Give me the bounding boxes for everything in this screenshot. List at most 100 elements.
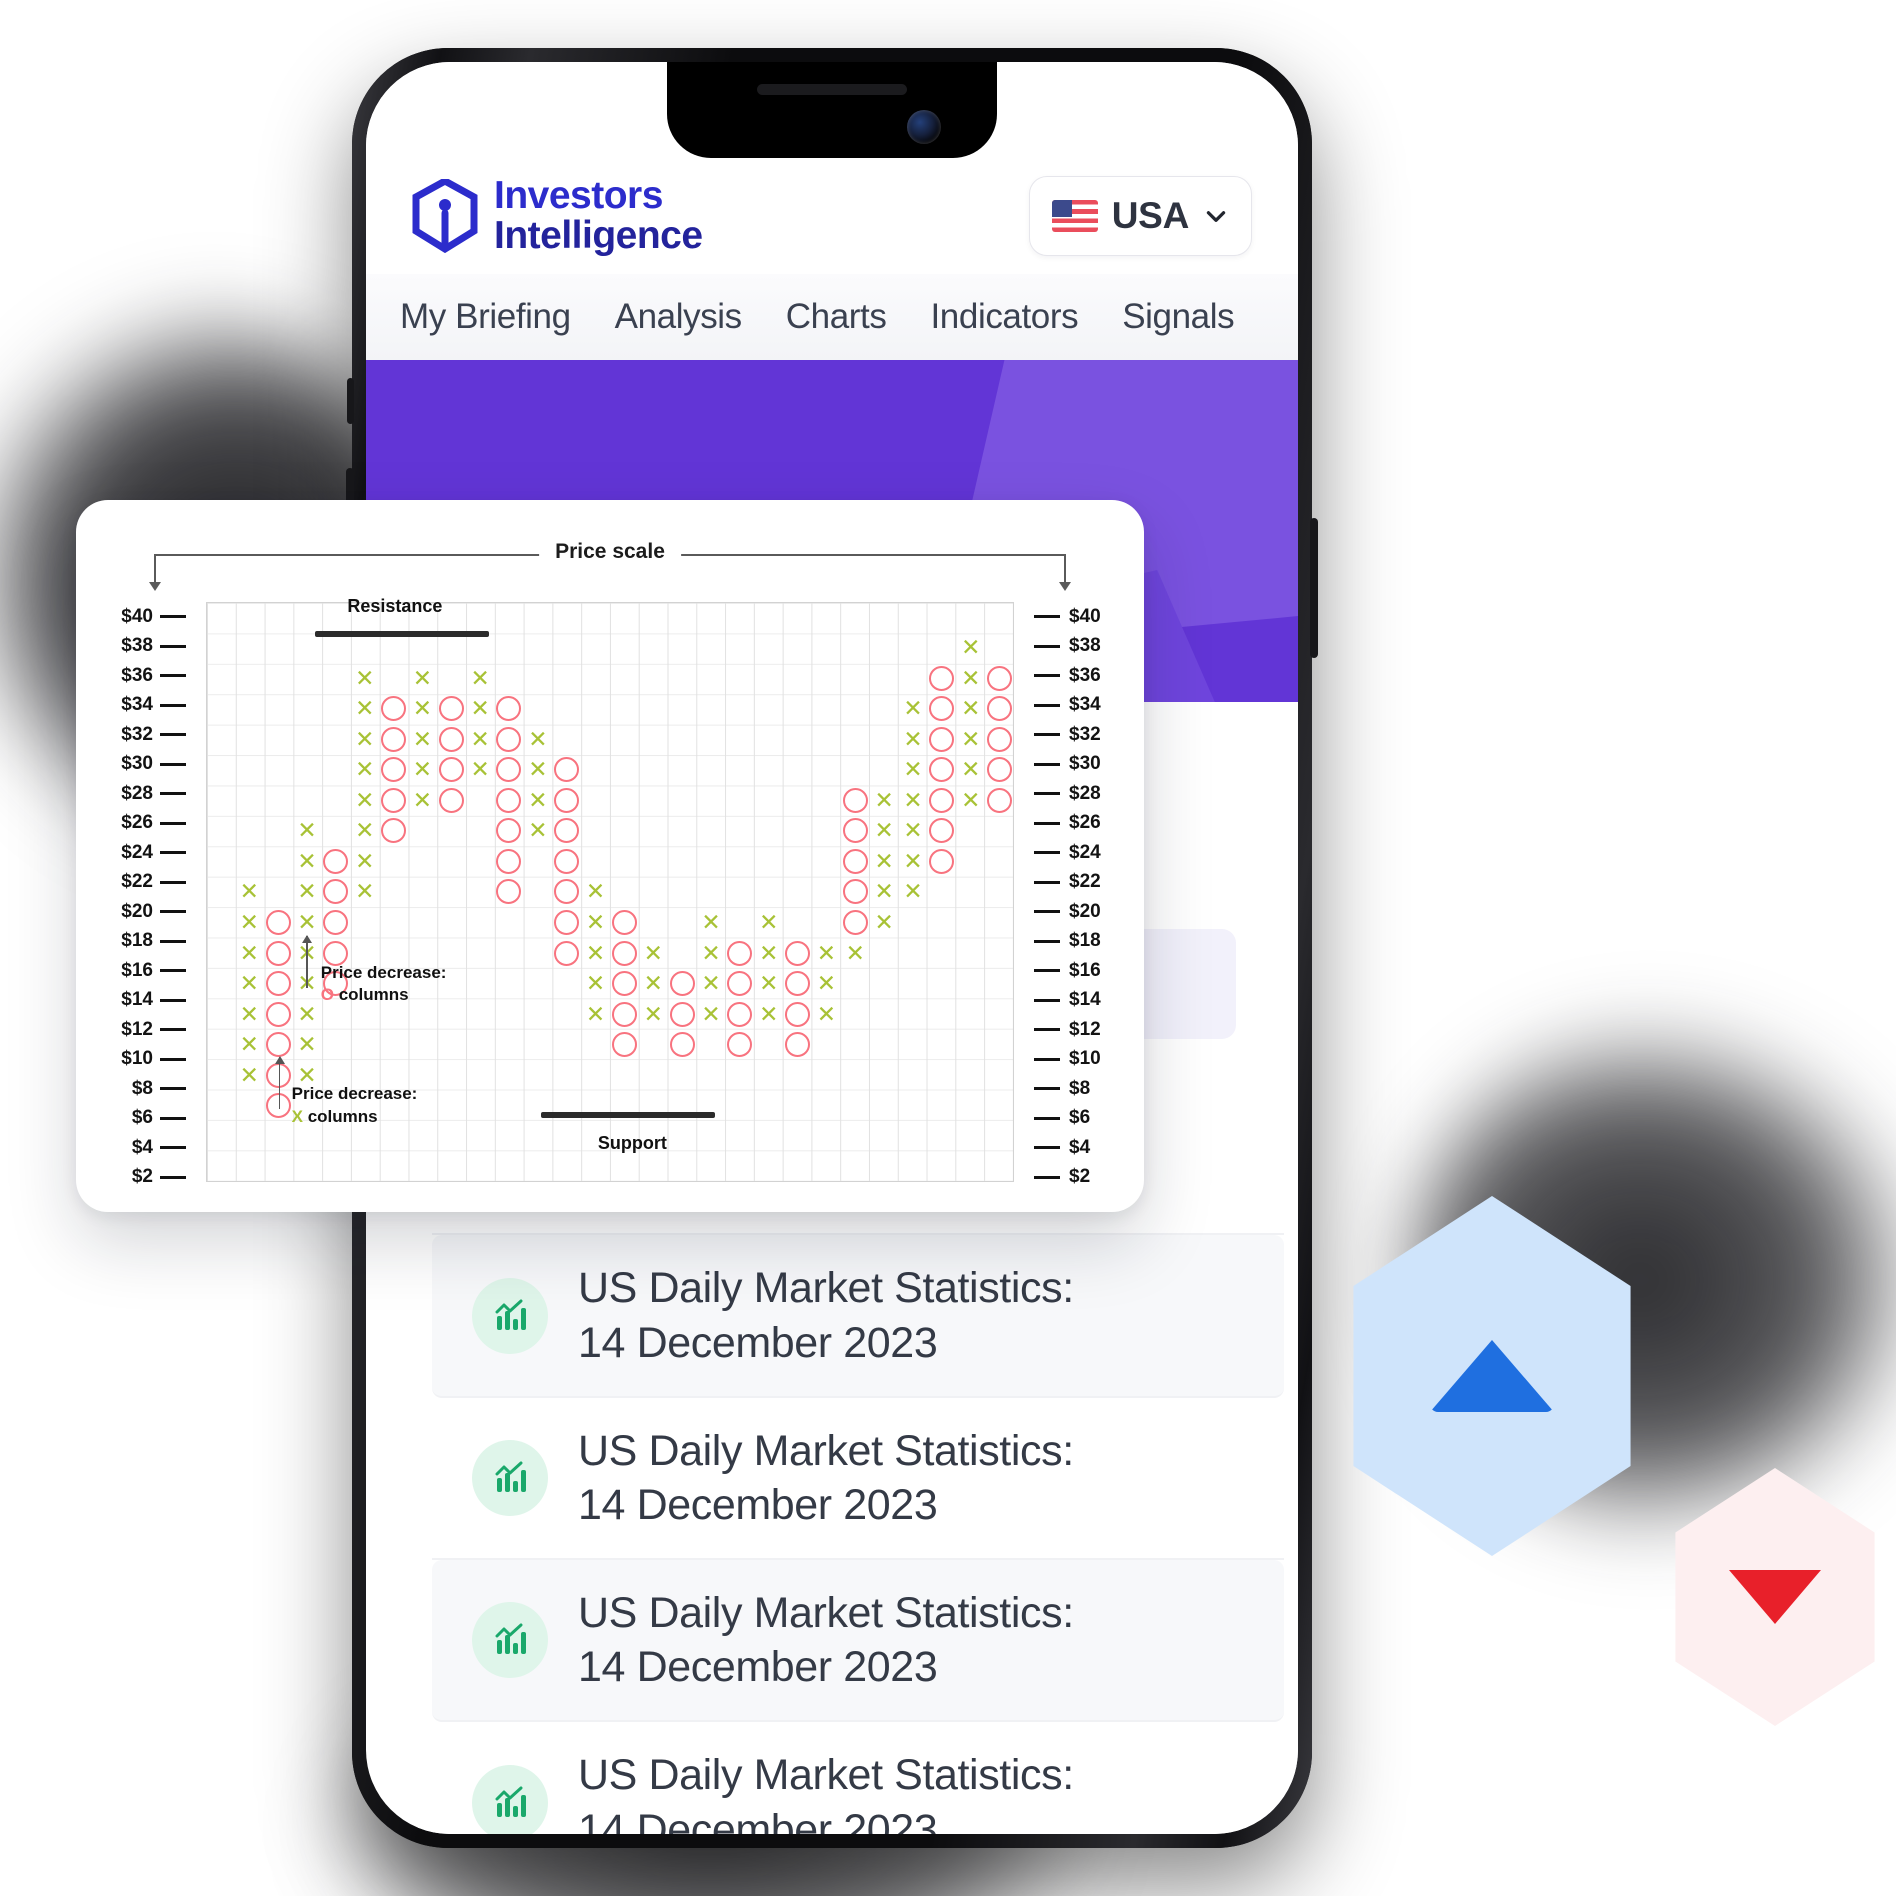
y-axis-tick-label: $20 xyxy=(1069,900,1101,922)
y-axis-tick-label: $38 xyxy=(121,635,153,657)
chart-mark-o xyxy=(379,755,408,786)
chart-mark-x: ✕ xyxy=(297,817,317,844)
chart-mark-x: ✕ xyxy=(355,847,375,874)
y-axis-tick-mark xyxy=(1034,821,1060,825)
chart-mark-x: ✕ xyxy=(239,939,259,966)
y-axis-tick-mark xyxy=(1034,851,1060,855)
chart-mark-o xyxy=(379,724,408,755)
nav-item-indicators[interactable]: Indicators xyxy=(930,297,1078,337)
y-axis-tick-right: $40 xyxy=(1034,602,1110,632)
chart-mark-x: ✕ xyxy=(528,756,548,783)
chart-mark-x: ✕ xyxy=(816,970,837,997)
y-axis-tick-mark xyxy=(160,880,186,884)
country-selector[interactable]: USA xyxy=(1028,176,1252,256)
chart-mark-o xyxy=(552,877,581,908)
chart-mark-x: ✕ xyxy=(585,939,606,966)
y-axis-tick-mark xyxy=(160,792,186,796)
nav-item-analysis[interactable]: Analysis xyxy=(615,297,743,337)
y-axis-tick-label: $16 xyxy=(1069,959,1101,981)
y-axis-tick-mark xyxy=(160,733,186,737)
y-axis-tick-label: $4 xyxy=(131,1136,153,1158)
chart-mark-x: ✕ xyxy=(903,786,923,813)
y-axis-tick-right: $16 xyxy=(1034,956,1110,986)
chart-mark-x: ✕ xyxy=(759,939,779,966)
y-axis-tick-mark xyxy=(160,644,186,648)
list-item[interactable]: US Daily Market Statistics: 14 December 2… xyxy=(432,1235,1284,1398)
y-axis-tick-mark xyxy=(160,1057,186,1061)
annotation-arrow-x xyxy=(275,1056,284,1110)
list-item[interactable]: US Daily Market Statistics: 14 December 2… xyxy=(432,1560,1284,1723)
chart-mark-x: ✕ xyxy=(845,939,865,966)
phone-silent-switch[interactable] xyxy=(347,378,354,424)
annotation-x-symbol: X xyxy=(291,1106,303,1126)
y-axis-tick-label: $4 xyxy=(1069,1136,1091,1158)
y-axis-tick-left: $18 xyxy=(110,927,186,957)
nav-item-signals[interactable]: Signals xyxy=(1122,297,1234,337)
chart-mark-x: ✕ xyxy=(297,847,317,874)
y-axis-tick-left: $24 xyxy=(110,838,186,868)
y-axis-tick-mark xyxy=(1034,615,1060,619)
y-axis-tick-label: $10 xyxy=(1069,1048,1101,1070)
y-axis-tick-left: $2 xyxy=(110,1163,186,1193)
nav-item-my-briefing[interactable]: My Briefing xyxy=(400,297,571,337)
brand-line-2: Intelligence xyxy=(494,214,703,258)
chart-mark-x: ✕ xyxy=(297,1000,317,1027)
chart-mark-x: ✕ xyxy=(903,756,923,783)
y-axis-tick-right: $2 xyxy=(1034,1163,1110,1193)
annotation-arrow-o xyxy=(303,934,311,988)
chart-mark-x: ✕ xyxy=(961,664,981,691)
list-item-date: 14 December 2023 xyxy=(578,1480,938,1529)
chart-mark-x: ✕ xyxy=(759,909,779,935)
y-axis-tick-mark xyxy=(160,851,186,855)
chart-mark-o xyxy=(264,968,293,999)
y-axis-tick-label: $34 xyxy=(121,694,153,716)
y-axis-tick-mark xyxy=(1034,1146,1060,1150)
chart-mark-x: ✕ xyxy=(585,970,606,997)
y-axis-tick-mark xyxy=(1034,969,1060,973)
chart-mark-o xyxy=(927,694,956,725)
y-axis-tick-label: $30 xyxy=(121,753,153,775)
brand-logo[interactable]: Investors Intelligence xyxy=(412,176,703,256)
support-bar xyxy=(541,1112,716,1119)
chart-mark-x: ✕ xyxy=(528,725,548,752)
y-axis-tick-label: $14 xyxy=(121,989,153,1011)
resistance-label: Resistance xyxy=(347,596,443,617)
chart-mark-x: ✕ xyxy=(585,1000,606,1027)
chart-mark-o xyxy=(495,846,524,877)
chart-mark-x: ✕ xyxy=(412,725,433,752)
phone-power-button[interactable] xyxy=(1310,518,1318,658)
y-axis-tick-mark xyxy=(160,1028,186,1032)
list-item-text: US Daily Market Statistics: 14 December 2… xyxy=(578,1748,1074,1834)
chart-mark-x: ✕ xyxy=(239,878,259,905)
chart-mark-o xyxy=(495,785,524,816)
chart-mark-x: ✕ xyxy=(759,970,779,997)
triangle-up-icon xyxy=(1430,1340,1554,1412)
chart-mark-o xyxy=(495,877,524,908)
list-item-title: US Daily Market Statistics: xyxy=(578,1264,1074,1313)
y-axis-tick-mark xyxy=(160,1087,186,1091)
y-axis-tick-left: $4 xyxy=(110,1133,186,1163)
list-item-title: US Daily Market Statistics: xyxy=(578,1426,1074,1475)
chart-statistics-icon xyxy=(472,1277,548,1354)
nav-item-charts[interactable]: Charts xyxy=(786,297,887,337)
y-axis-tick-label: $2 xyxy=(1069,1166,1091,1188)
chart-mark-o xyxy=(264,938,293,969)
y-axis-tick-left: $8 xyxy=(110,1074,186,1104)
chart-mark-o xyxy=(610,999,639,1030)
investors-intelligence-hexagon-logo-icon xyxy=(412,179,478,254)
usa-flag-icon xyxy=(1051,200,1098,232)
y-axis-tick-mark xyxy=(1034,644,1060,648)
chart-mark-x: ✕ xyxy=(239,1061,259,1088)
chart-mark-x: ✕ xyxy=(355,756,375,783)
chart-mark-o xyxy=(264,1029,293,1060)
list-item[interactable]: US Daily Market Statistics: 14 December 2… xyxy=(432,1722,1284,1834)
y-axis-tick-label: $28 xyxy=(1069,782,1101,804)
chart-mark-x: ✕ xyxy=(903,725,923,752)
chart-mark-x: ✕ xyxy=(874,786,894,813)
chart-mark-x: ✕ xyxy=(470,695,490,722)
chart-mark-x: ✕ xyxy=(643,1000,663,1027)
y-axis-tick-label: $24 xyxy=(121,841,153,863)
annotation-o-line1: Price decrease: xyxy=(320,962,447,982)
list-item[interactable]: US Daily Market Statistics: 14 December 2… xyxy=(432,1398,1284,1561)
y-axis-tick-mark xyxy=(1034,733,1060,737)
